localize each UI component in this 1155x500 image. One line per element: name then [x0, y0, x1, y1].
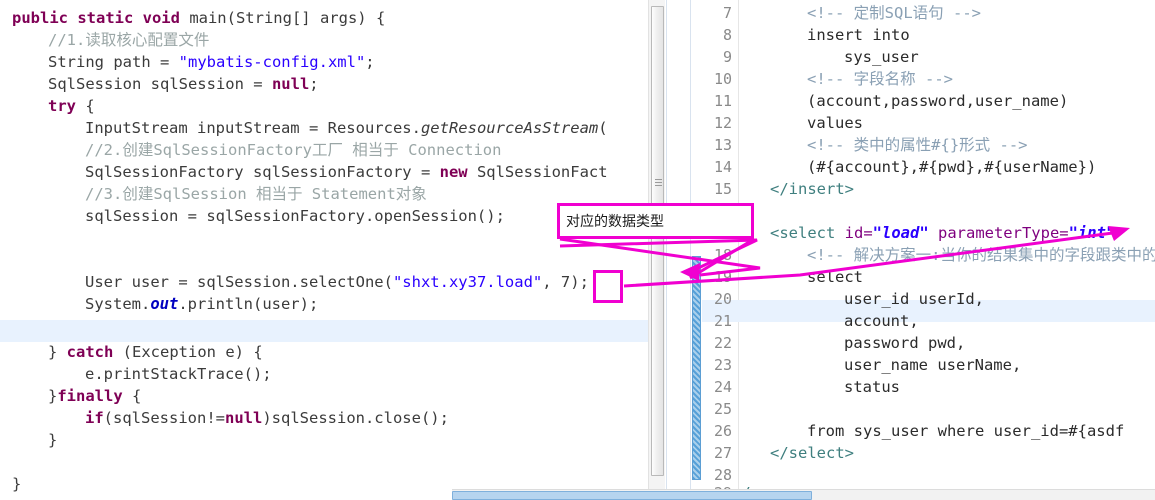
code-line-java: try {	[48, 97, 95, 115]
code-line-xml: password pwd,	[844, 334, 966, 352]
code-line-java: System.out.println(user);	[85, 295, 319, 313]
line-number: 22	[713, 334, 732, 352]
code-line-xml: from sys_user where user_id=#{asdf	[807, 422, 1125, 440]
code-line-java: }	[48, 431, 58, 449]
code-line-java: User user = sqlSession.selectOne("shxt.x…	[85, 273, 589, 291]
annotation-callout-text: 对应的数据类型	[566, 214, 664, 230]
current-line-highlight-left	[0, 320, 648, 342]
code-line-java: SqlSession sqlSession = null;	[48, 75, 319, 93]
java-editor-pane[interactable]: public static void main(String[] args) {…	[0, 0, 648, 492]
code-line-xml: <!-- 解决方案一:当你的结果集中的字段跟类中的	[807, 246, 1155, 264]
annotation-callout-box: 对应的数据类型	[557, 203, 754, 239]
horizontal-scrollbar-thumb[interactable]	[452, 491, 812, 500]
line-number: 7	[722, 4, 732, 22]
xml-editor-pane[interactable]: 7 8 9 10 11 12 13 14 15 16 17 18 19 20 2…	[692, 0, 1155, 492]
vertical-scrollbar[interactable]	[648, 0, 665, 492]
code-line-java: //2.创建SqlSessionFactory工厂 相当于 Connection	[85, 141, 502, 159]
code-line-xml: <!-- 字段名称 -->	[807, 70, 953, 88]
line-number: 27	[713, 444, 732, 462]
line-number: 15	[713, 180, 732, 198]
code-line-xml: <select id="load" parameterType="int"	[770, 224, 1116, 242]
code-line-java: } catch (Exception e) {	[48, 343, 263, 361]
code-line-java: if(sqlSession!=null)sqlSession.close();	[85, 409, 449, 427]
code-line-java: e.printStackTrace();	[85, 365, 272, 383]
screenshot-root: public static void main(String[] args) {…	[0, 0, 1155, 500]
code-line-java: SqlSessionFactory sqlSessionFactory = ne…	[85, 163, 608, 181]
line-number: 13	[713, 136, 732, 154]
code-line-xml: user_name userName,	[844, 356, 1022, 374]
line-number: 26	[713, 422, 732, 440]
code-line-xml: user_id userId,	[844, 290, 984, 308]
line-number: 19	[713, 268, 732, 286]
code-line-java: //3.创建SqlSession 相当于 Statement对象	[85, 185, 427, 203]
code-line-xml: <!-- 类中的属性#{}形式 -->	[807, 136, 1028, 154]
line-number: 12	[713, 114, 732, 132]
line-number: 9	[722, 48, 732, 66]
code-line-xml: <!-- 定制SQL语句 -->	[807, 4, 981, 22]
code-line-java: String path = "mybatis-config.xml";	[48, 53, 375, 71]
code-line-xml: </select>	[770, 444, 854, 462]
code-line-xml: values	[807, 114, 863, 132]
line-number: 23	[713, 356, 732, 374]
code-line-xml: insert into	[807, 26, 910, 44]
line-number: 8	[722, 26, 732, 44]
code-line-xml: status	[844, 378, 900, 396]
scrollbar-grip-icon	[655, 179, 662, 188]
vertical-scrollbar-thumb[interactable]	[651, 6, 664, 476]
code-line-xml: select	[807, 268, 863, 286]
line-number: 21	[713, 312, 732, 330]
code-line-java: InputStream inputStream = Resources.getR…	[85, 119, 608, 137]
code-line-java: public static void main(String[] args) {	[12, 9, 386, 27]
highlighted-parameter-box	[593, 270, 623, 303]
line-number: 14	[713, 158, 732, 176]
code-line-java: sqlSession = sqlSessionFactory.openSessi…	[85, 207, 505, 225]
code-line-java: }finally {	[48, 387, 142, 405]
code-line-java: //1.读取核心配置文件	[48, 31, 210, 49]
code-line-java: }	[12, 475, 22, 492]
editor-splitter[interactable]	[666, 0, 691, 500]
line-number: 24	[713, 378, 732, 396]
code-line-xml: (account,password,user_name)	[807, 92, 1069, 110]
code-line-xml: (#{account},#{pwd},#{userName})	[807, 158, 1097, 176]
code-line-xml: </insert>	[770, 180, 854, 198]
line-number: 11	[713, 92, 732, 110]
line-number: 20	[713, 290, 732, 308]
line-number: 10	[713, 70, 732, 88]
line-number: 25	[713, 400, 732, 418]
code-line-xml: account,	[844, 312, 919, 330]
horizontal-scrollbar[interactable]	[452, 489, 1155, 500]
line-number: 18	[713, 246, 732, 264]
code-line-xml: sys_user	[844, 48, 919, 66]
gutter-separator	[738, 0, 739, 492]
